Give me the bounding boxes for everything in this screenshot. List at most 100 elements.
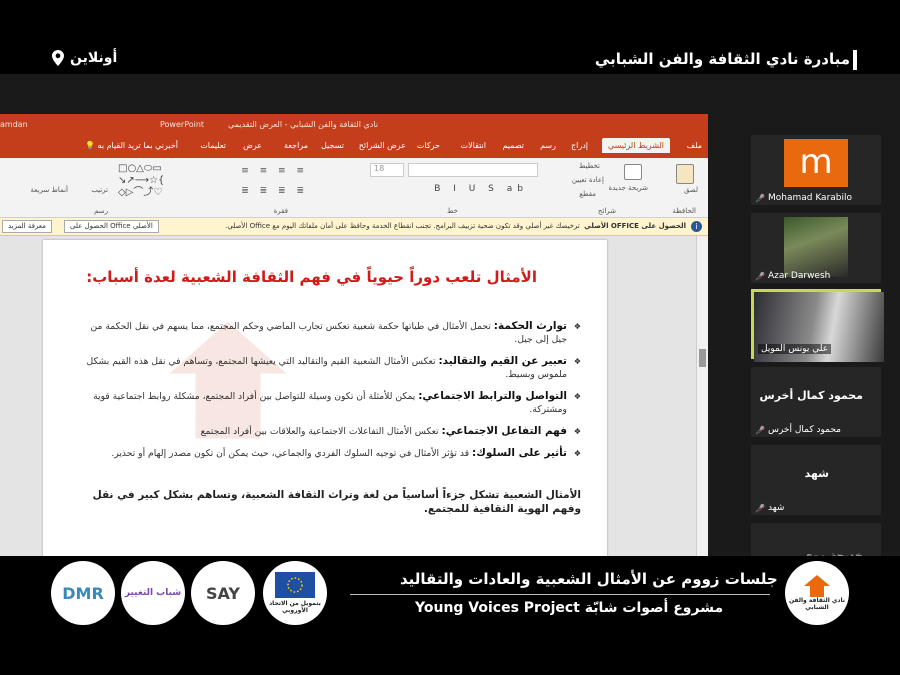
list-item: التواصل والترابط الاجتماعي: يمكن للأمثلة… — [81, 390, 581, 416]
ppt-ribbon: لصق الحافظة شريحة جديدة تخطيط إعادة تعيي… — [0, 158, 708, 218]
ppt-ribbon-tabs: ملف الشريط الرئيسي إدراج رسم تصميم انتقا… — [0, 136, 708, 158]
slide: الأمثال تلعب دوراً حيوياً في فهم الثقافة… — [43, 240, 607, 560]
ppt-app-name: PowerPoint — [160, 120, 205, 129]
paste-icon[interactable] — [676, 164, 694, 184]
participant-name-text: Mohamad Karabilo — [767, 193, 853, 203]
avatar: m — [784, 139, 848, 187]
notice-body: ترخيصك غير أصلي وقد تكون ضحية تزييف البر… — [225, 222, 580, 230]
participant-tile[interactable]: محمود كمال أخرس 🎤̸ محمود كمال أخرس — [751, 367, 881, 437]
logo-text: بتمويل من الاتحاد الأوروبي — [269, 600, 321, 614]
participant-display-name: شهد — [804, 467, 829, 480]
logo-text: SAY — [206, 583, 240, 603]
get-genuine-office-button[interactable]: الحصول على Office الأصلي — [64, 220, 159, 233]
tab-slideshow[interactable]: عرض الشرائح — [359, 141, 406, 150]
participant-display-name: محمود كمال أخرس — [759, 389, 863, 402]
bullet-head: فهم التفاعل الاجتماعي: — [441, 425, 567, 437]
list-item: توارث الحكمة: تحمل الأمثال في طياتها حكم… — [81, 320, 581, 346]
bullet-head: التواصل والترابط الاجتماعي: — [418, 390, 567, 402]
ppt-title-bar: amdan PowerPoint نادي الثقافة والفن الشب… — [0, 114, 708, 136]
participant-name: علي يونس المويل — [758, 344, 832, 354]
quick-styles-label[interactable]: أنماط سريعة — [30, 186, 68, 215]
info-icon: i — [691, 221, 702, 232]
banner-subtitle: Young Voices Project مشروع أصوات شابّة — [415, 600, 724, 616]
group-paragraph: فقرة — [273, 207, 288, 215]
paragraph-icons[interactable]: ≡ ≡ ≡ ≡ — [241, 166, 308, 176]
tab-file[interactable]: ملف — [687, 141, 702, 150]
online-text: أونلاين — [70, 50, 118, 66]
tab-draw[interactable]: رسم — [540, 141, 556, 150]
participant-name-text: علي يونس المويل — [761, 344, 829, 354]
mic-muted-icon: 🎤̸ — [755, 193, 765, 203]
logo-text: نادي الثقافة والفن الشبابي — [789, 597, 845, 611]
learn-more-button[interactable]: معرفة المزيد — [2, 220, 52, 233]
slide-title: الأمثال تلعب دوراً حيوياً في فهم الثقافة… — [86, 268, 537, 286]
tab-help[interactable]: تعليمات — [200, 141, 226, 150]
club-logo: نادي الثقافة والفن الشبابي — [785, 561, 849, 625]
tell-me-text: أخبرني بما تريد القيام به — [97, 141, 178, 150]
stream-header: أونلاين مبادرة نادي الثقافة والفن الشباب… — [0, 0, 900, 74]
eu-logo: بتمويل من الاتحاد الأوروبي — [263, 561, 327, 625]
mic-muted-icon: 🎤̸ — [755, 425, 765, 435]
active-speaker-tile[interactable]: علي يونس المويل — [751, 289, 884, 362]
new-slide-icon[interactable] — [624, 164, 642, 180]
tab-transitions[interactable]: انتقالات — [461, 141, 486, 150]
tab-animations[interactable]: حركات — [417, 141, 440, 150]
bullet-text: تعكس الأمثال التفاعلات الاجتماعية والعلا… — [200, 426, 439, 437]
banner-title: جلسات زووم عن الأمثال الشعبية والعادات و… — [400, 570, 778, 588]
tell-me-search[interactable]: 💡 أخبرني بما تريد القيام به — [85, 141, 178, 150]
participant-video — [784, 217, 848, 277]
bullet-head: توارث الحكمة: — [493, 320, 567, 332]
shapes-gallery-icon[interactable]: □○△⬭▭ ↘↗⟶☆{◇▷⌒⤴♡ — [118, 163, 188, 201]
font-size-box[interactable]: 18 — [370, 163, 404, 177]
participant-tile[interactable]: m 🎤̸ Mohamad Karabilo — [751, 135, 881, 205]
dmr-logo: DMR — [51, 561, 115, 625]
participant-tile[interactable]: 🎤̸ Azar Darwesh — [751, 213, 881, 283]
scrollbar-thumb[interactable] — [699, 349, 706, 367]
tab-review[interactable]: مراجعة — [284, 141, 308, 150]
logo-text: DMR — [62, 583, 104, 603]
group-font: خط — [447, 207, 458, 215]
powerpoint-window: amdan PowerPoint نادي الثقافة والفن الشب… — [0, 114, 708, 579]
group-drawing: رسم — [94, 207, 108, 215]
say-logo: SAY — [191, 561, 255, 625]
slide-canvas: الأمثال تلعب دوراً حيوياً في فهم الثقافة… — [0, 236, 708, 579]
initiative-title: مبادرة نادي الثقافة والفن الشبابي — [594, 50, 850, 68]
tab-design[interactable]: تصميم — [502, 141, 524, 150]
title-accent-bar — [853, 50, 857, 70]
license-notice-bar: i الحصول على OFFICE الأصلي ترخيصك غير أص… — [0, 218, 708, 236]
align-icons[interactable]: ≣ ≣ ≣ ≣ — [241, 186, 308, 196]
list-item: تعبير عن القيم والتقاليد: تعكس الأمثال ا… — [81, 355, 581, 381]
participant-name: 🎤̸ محمود كمال أخرس — [755, 425, 841, 435]
tab-record[interactable]: تسجيل — [321, 141, 344, 150]
tab-view[interactable]: عرض — [243, 141, 262, 150]
list-item: فهم التفاعل الاجتماعي: تعكس الأمثال التف… — [81, 425, 581, 438]
shabab-taghyeer-logo: شباب التغيير — [121, 561, 185, 625]
tab-insert[interactable]: إدراج — [571, 141, 588, 150]
group-clipboard: الحافظة — [672, 207, 696, 215]
participant-name: 🎤̸ Azar Darwesh — [755, 271, 830, 281]
participant-name-text: Azar Darwesh — [767, 271, 831, 281]
notice-bold: الحصول على OFFICE الأصلي — [584, 222, 686, 230]
participant-tile[interactable]: خديجة موي — [751, 523, 881, 562]
mic-muted-icon: 🎤̸ — [755, 503, 765, 513]
location-pin-icon — [52, 50, 64, 66]
participant-tile[interactable]: شهد 🎤̸ شهد — [751, 445, 881, 515]
bullet-head: تعبير عن القيم والتقاليد: — [438, 355, 567, 367]
participant-name-text: محمود كمال أخرس — [767, 425, 841, 435]
bullet-head: تأثير على السلوك: — [472, 447, 567, 459]
club-house-icon — [804, 575, 830, 597]
notice-text: الحصول على OFFICE الأصلي ترخيصك غير أصلي… — [225, 222, 686, 230]
font-format-icons[interactable]: B I U S ab — [434, 184, 528, 194]
eu-flag-icon — [275, 572, 315, 598]
section-label[interactable]: مقطع — [579, 190, 596, 215]
participant-name-text: شهد — [767, 503, 785, 513]
logo-text: شباب التغيير — [124, 588, 182, 598]
slide-bullets: توارث الحكمة: تحمل الأمثال في طياتها حكم… — [81, 320, 581, 469]
participant-name: 🎤̸ شهد — [755, 503, 784, 513]
group-slides: شرائح — [597, 207, 616, 215]
list-item: تأثير على السلوك: قد تؤثر الأمثال في توج… — [81, 447, 581, 460]
bullet-text: قد تؤثر الأمثال في توجيه السلوك الفردي و… — [111, 448, 470, 459]
font-name-box[interactable] — [408, 163, 538, 177]
tab-home[interactable]: الشريط الرئيسي — [601, 138, 670, 153]
slide-scrollbar[interactable] — [696, 236, 708, 579]
